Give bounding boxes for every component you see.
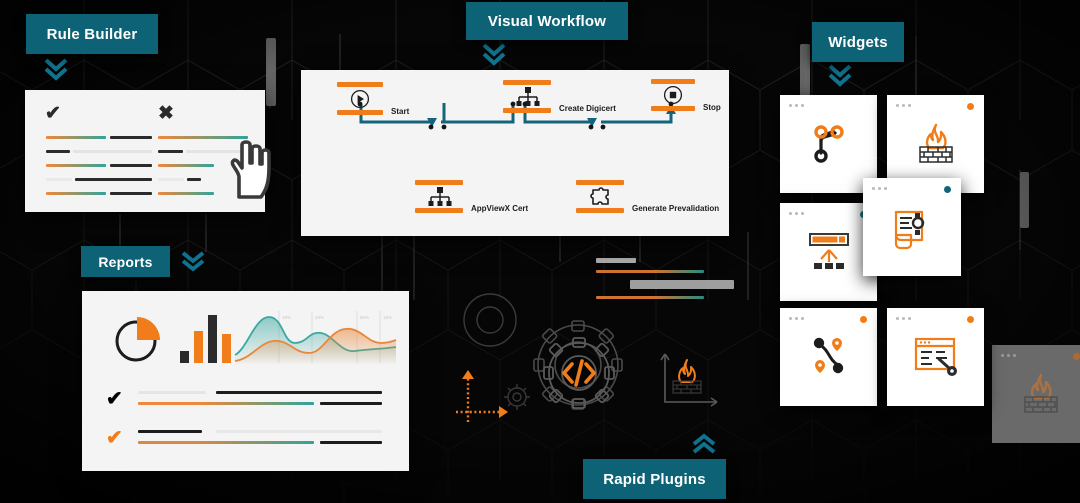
rule-bar: [46, 150, 70, 153]
chevron-down-icon-widgets: [828, 64, 852, 87]
node-cap-bottom: [337, 110, 383, 115]
label-widgets[interactable]: Widgets: [812, 22, 904, 62]
report-bar: [138, 430, 202, 433]
play-circle-icon: [350, 89, 370, 109]
rule-bar: [46, 136, 106, 139]
browser-key-icon: [887, 308, 984, 406]
rule-bar: [158, 150, 183, 153]
node-cap-top: [651, 79, 695, 84]
rule-bar: [73, 150, 152, 153]
check-icon: ✔: [45, 103, 61, 124]
node-cap-bottom: [651, 106, 695, 111]
chevron-down-icon-rule-builder: [44, 58, 68, 81]
cross-icon: ✖: [158, 103, 174, 124]
report-bar: [138, 402, 314, 405]
label-rapid-plugins-text: Rapid Plugins: [603, 470, 706, 488]
report-bar: [216, 391, 382, 394]
flame-graph-icon: [660, 353, 718, 407]
rule-builder-column-1: ✔: [45, 104, 137, 123]
label-widgets-text: Widgets: [828, 33, 888, 51]
rule-bar: [46, 164, 106, 167]
node-cap-top: [503, 80, 551, 85]
faded-bar: [596, 296, 704, 299]
bar-chart-icon: [180, 315, 231, 363]
widget-card-branch-nodes[interactable]: [780, 308, 877, 406]
area-chart-icon: 28% 20% 50% 18%: [234, 311, 397, 365]
check-icon-dark: ✔: [106, 388, 123, 410]
hierarchy-icon: [428, 187, 452, 206]
code-gear-icon: [543, 337, 615, 409]
axes-arrows-icon: [456, 370, 508, 422]
label-visual-workflow[interactable]: Visual Workflow: [466, 2, 628, 40]
rule-bar: [110, 164, 152, 167]
report-bar: [138, 441, 314, 444]
hierarchy-icon: [516, 87, 540, 106]
branch-nodes-icon: [780, 308, 877, 406]
node-cap-top: [415, 180, 463, 185]
certificate-doc-icon: [863, 178, 961, 276]
faded-bar: [596, 270, 704, 273]
rule-bar: [75, 178, 152, 181]
rule-bar: [158, 164, 214, 167]
workflow-node-label: AppViewX Cert: [471, 204, 529, 213]
rule-bar: [158, 178, 184, 181]
report-bar: [320, 441, 382, 444]
report-bar: [138, 391, 206, 394]
node-cap-top: [576, 180, 624, 185]
svg-text:50%: 50%: [360, 315, 369, 320]
label-rule-builder[interactable]: Rule Builder: [26, 14, 158, 54]
check-icon-orange: ✔: [106, 427, 123, 449]
workflow-node-label: Create Digicert: [559, 104, 616, 113]
infographic-stage: Rule Builder ✔ ✖ Visual Workflow Start C…: [0, 0, 1080, 503]
label-rule-builder-text: Rule Builder: [46, 25, 138, 43]
background-faded-list: [594, 258, 744, 310]
rule-bar: [110, 136, 152, 139]
reports-panel: 28% 20% 50% 18% ✔ ✔: [82, 291, 409, 471]
node-cap-bottom: [503, 108, 551, 113]
chevron-up-icon-rapid-plugins: [692, 433, 716, 454]
stop-circle-icon: [663, 85, 683, 105]
widget-card-certificate[interactable]: [863, 178, 961, 276]
rule-bar: [158, 192, 214, 195]
svg-text:18%: 18%: [383, 315, 392, 320]
visual-workflow-panel: Start Create Digicert Stop AppViewX Cert…: [301, 70, 729, 236]
label-reports[interactable]: Reports: [81, 246, 170, 277]
puzzle-piece-icon: [590, 187, 609, 205]
svg-text:20%: 20%: [315, 315, 324, 320]
rule-bar: [46, 192, 106, 195]
widget-card-firewall-dimmed[interactable]: [992, 345, 1080, 443]
node-cap-bottom: [415, 208, 463, 213]
workflow-node-label: Start: [391, 107, 410, 116]
label-visual-workflow-text: Visual Workflow: [487, 12, 607, 30]
label-reports-text: Reports: [98, 253, 153, 270]
workflow-node-label: Stop: [703, 103, 721, 112]
node-cap-bottom: [576, 208, 624, 213]
node-cap-top: [337, 82, 383, 87]
rule-bar: [46, 178, 72, 181]
widget-card-browser-key[interactable]: [887, 308, 984, 406]
faded-bar: [596, 258, 636, 263]
rule-bar: [187, 178, 201, 181]
workflow-node-label: Generate Prevalidation: [632, 204, 720, 213]
rule-builder-panel: ✔ ✖: [25, 90, 271, 212]
pointing-hand-cursor-icon: [230, 140, 271, 199]
chevron-down-icon-reports: [181, 251, 205, 272]
chevron-down-icon-visual-workflow: [482, 43, 506, 66]
firewall-flame-icon: [992, 345, 1080, 443]
pie-chart-icon: [115, 317, 160, 362]
svg-text:28%: 28%: [282, 315, 291, 320]
label-rapid-plugins[interactable]: Rapid Plugins: [583, 459, 726, 499]
report-bar: [216, 430, 382, 433]
rule-bar: [110, 192, 152, 195]
report-bar: [320, 402, 382, 405]
rule-builder-column-2: ✖: [158, 104, 250, 123]
faded-bar: [630, 280, 734, 289]
